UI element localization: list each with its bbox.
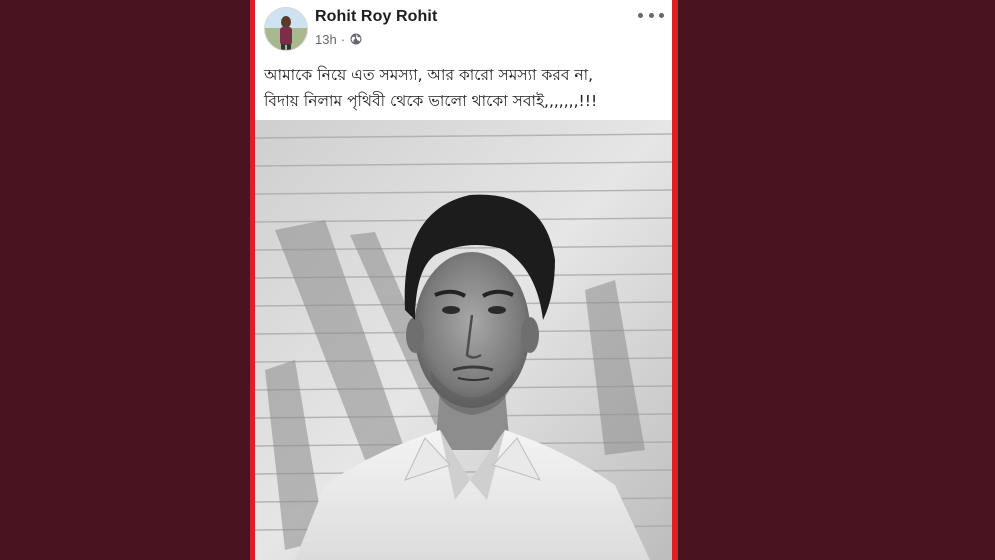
post-text-line-2: বিদায় নিলাম পৃথিবী থেকে ভালো থাকো সবাই,… bbox=[264, 92, 598, 110]
post-photo[interactable] bbox=[255, 120, 672, 560]
globe-icon[interactable] bbox=[350, 33, 362, 45]
meta-separator: · bbox=[340, 31, 346, 47]
post-header: Rohit Roy Rohit 13h · bbox=[255, 0, 672, 56]
facebook-post-card: Rohit Roy Rohit 13h · আমাকে নিয়ে এত সমস… bbox=[255, 0, 672, 560]
more-options-button[interactable] bbox=[638, 6, 664, 24]
post-time[interactable]: 13h bbox=[315, 32, 337, 47]
screenshot-stage: Rohit Roy Rohit 13h · আমাকে নিয়ে এত সমস… bbox=[0, 0, 995, 560]
post-photo-image bbox=[255, 120, 672, 560]
more-options-icon bbox=[638, 12, 643, 18]
post-text: আমাকে নিয়ে এত সমস্যা, আর কারো সমস্যা কর… bbox=[264, 62, 664, 114]
avatar-image bbox=[265, 8, 307, 50]
post-meta: 13h · bbox=[315, 31, 362, 47]
author-name[interactable]: Rohit Roy Rohit bbox=[315, 8, 437, 26]
post-text-line-1: আমাকে নিয়ে এত সমস্যা, আর কারো সমস্যা কর… bbox=[264, 66, 594, 84]
avatar[interactable] bbox=[264, 7, 308, 51]
